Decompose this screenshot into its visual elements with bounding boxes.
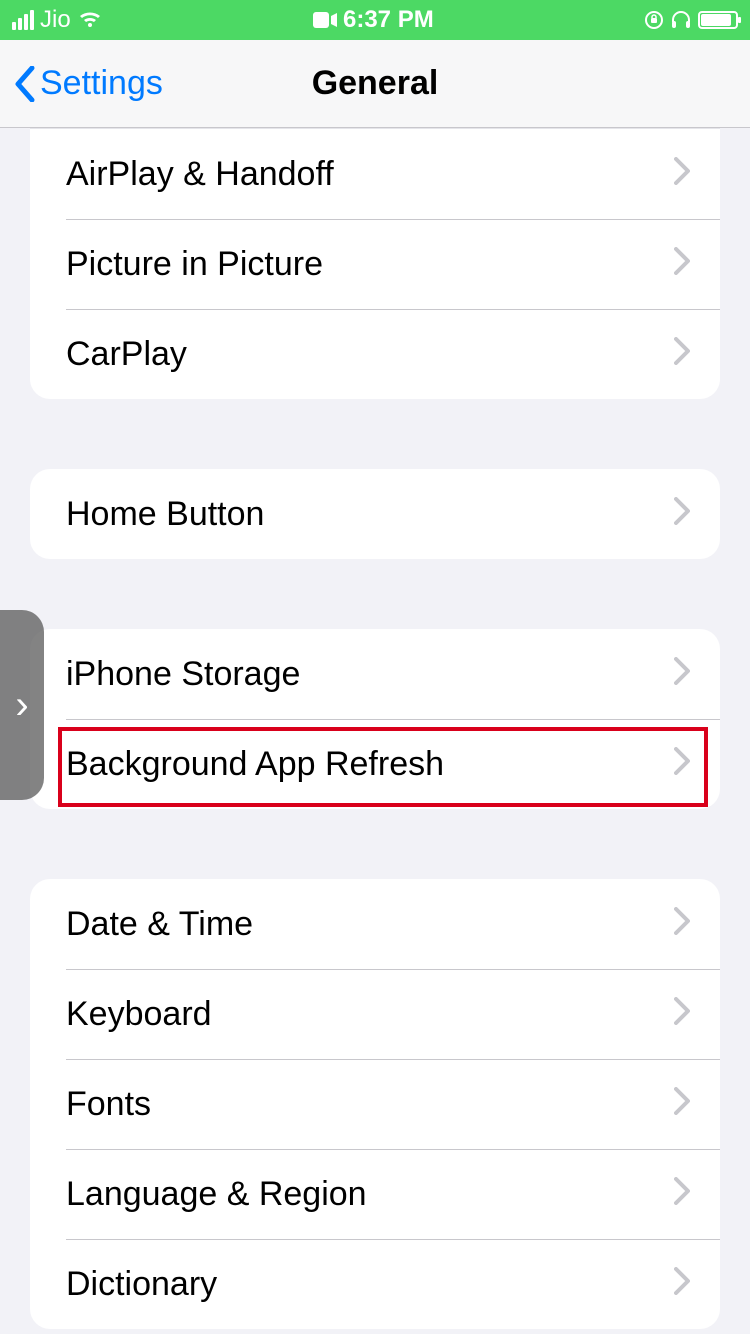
row-date-time[interactable]: Date & Time — [30, 879, 720, 969]
settings-group: Home Button — [30, 469, 720, 559]
row-label: AirPlay & Handoff — [66, 155, 334, 194]
row-label: Keyboard — [66, 995, 212, 1034]
row-keyboard[interactable]: Keyboard — [30, 969, 720, 1059]
status-right — [644, 10, 738, 30]
chevron-right-icon: › — [15, 683, 28, 728]
row-airplay-handoff[interactable]: AirPlay & Handoff — [30, 129, 720, 219]
row-label: iPhone Storage — [66, 655, 300, 694]
chevron-right-icon — [674, 745, 690, 784]
carrier-label: Jio — [40, 6, 71, 34]
row-label: Picture in Picture — [66, 245, 323, 284]
chevron-right-icon — [674, 335, 690, 374]
row-fonts[interactable]: Fonts — [30, 1059, 720, 1149]
video-icon — [313, 12, 337, 28]
settings-group: AirPlay & Handoff Picture in Picture Car… — [30, 128, 720, 399]
chevron-right-icon — [674, 495, 690, 534]
row-label: Language & Region — [66, 1175, 367, 1214]
signal-icon — [12, 10, 34, 30]
rotation-lock-icon — [644, 10, 664, 30]
time-label: 6:37 PM — [343, 6, 434, 34]
nav-bar: Settings General — [0, 40, 750, 128]
chevron-right-icon — [674, 655, 690, 694]
battery-icon — [698, 11, 738, 29]
row-label: CarPlay — [66, 335, 187, 374]
row-label: Date & Time — [66, 905, 253, 944]
row-label: Dictionary — [66, 1265, 217, 1304]
status-left: Jio — [12, 6, 103, 34]
scroll-area[interactable]: AirPlay & Handoff Picture in Picture Car… — [0, 128, 750, 1334]
row-home-button[interactable]: Home Button — [30, 469, 720, 559]
side-expand-tab[interactable]: › — [0, 610, 44, 800]
row-background-app-refresh[interactable]: Background App Refresh — [30, 719, 720, 809]
chevron-right-icon — [674, 995, 690, 1034]
row-iphone-storage[interactable]: iPhone Storage — [30, 629, 720, 719]
status-bar: Jio 6:37 PM — [0, 0, 750, 40]
chevron-right-icon — [674, 245, 690, 284]
row-label: Fonts — [66, 1085, 151, 1124]
headphones-icon — [670, 10, 692, 30]
settings-group: iPhone Storage Background App Refresh — [30, 629, 720, 809]
chevron-right-icon — [674, 1085, 690, 1124]
row-picture-in-picture[interactable]: Picture in Picture — [30, 219, 720, 309]
back-label: Settings — [40, 64, 163, 103]
back-button[interactable]: Settings — [0, 64, 163, 103]
row-label: Home Button — [66, 495, 264, 534]
chevron-right-icon — [674, 905, 690, 944]
chevron-right-icon — [674, 1175, 690, 1214]
chevron-left-icon — [14, 66, 36, 102]
wifi-icon — [77, 10, 103, 30]
row-language-region[interactable]: Language & Region — [30, 1149, 720, 1239]
row-label: Background App Refresh — [66, 745, 444, 784]
chevron-right-icon — [674, 155, 690, 194]
chevron-right-icon — [674, 1265, 690, 1304]
settings-group: Date & Time Keyboard Fonts Language & Re… — [30, 879, 720, 1329]
status-center: 6:37 PM — [313, 6, 434, 34]
row-dictionary[interactable]: Dictionary — [30, 1239, 720, 1329]
row-carplay[interactable]: CarPlay — [30, 309, 720, 399]
